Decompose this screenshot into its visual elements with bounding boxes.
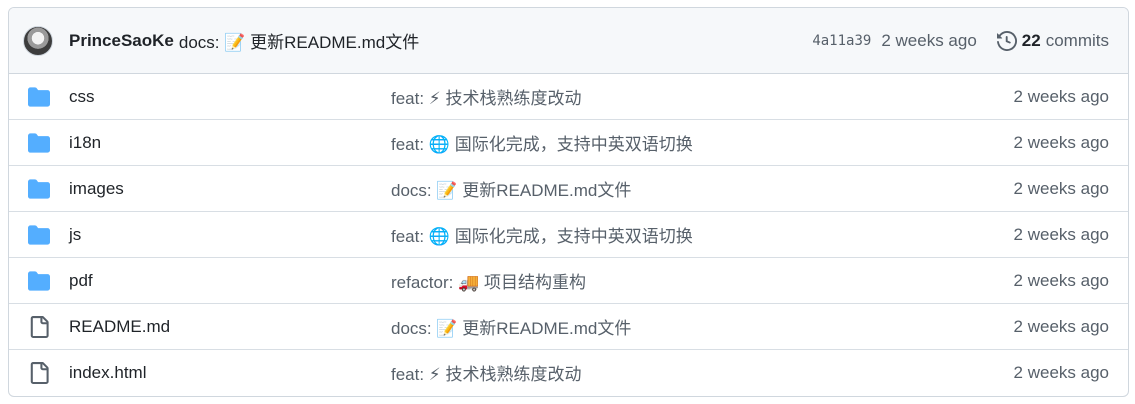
file-rows: css feat: ⚡ 技术栈熟练度改动 2 weeks ago i18n feat: …: [9, 74, 1128, 395]
history-icon: [996, 30, 1017, 51]
commit-sha-link[interactable]: 4a11a39: [812, 33, 871, 49]
file-row[interactable]: README.md docs: 📝 更新README.md文件 2 weeks ag…: [9, 303, 1128, 349]
folder-icon: [28, 86, 50, 108]
row-commit-time: 2 weeks ago: [1013, 270, 1109, 290]
row-commit-time: 2 weeks ago: [1013, 362, 1109, 382]
row-commit-time: 2 weeks ago: [1013, 132, 1109, 152]
file-name-link[interactable]: index.html: [69, 363, 146, 383]
folder-icon: [28, 270, 50, 292]
latest-commit-message[interactable]: docs: 📝 更新README.md文件: [179, 28, 419, 53]
file-name-link[interactable]: js: [69, 225, 81, 245]
file-row[interactable]: css feat: ⚡ 技术栈熟练度改动 2 weeks ago: [9, 74, 1128, 119]
commit-count: 22: [1021, 30, 1041, 50]
file-name-link[interactable]: pdf: [69, 271, 93, 291]
row-commit-time: 2 weeks ago: [1013, 224, 1109, 244]
file-icon: [28, 361, 50, 384]
file-row[interactable]: i18n feat: 🌐 国际化完成，支持中英双语切换 2 weeks ago: [9, 119, 1128, 165]
file-row[interactable]: images docs: 📝 更新README.md文件 2 weeks ago: [9, 165, 1128, 211]
row-commit-message-link[interactable]: docs: 📝 更新README.md文件: [391, 314, 631, 339]
row-commit-message-link[interactable]: feat: ⚡ 技术栈熟练度改动: [391, 84, 581, 109]
folder-icon: [28, 224, 50, 246]
commit-count-label: commits: [1045, 30, 1109, 50]
row-commit-message-link[interactable]: refactor: 🚚 项目结构重构: [391, 268, 586, 293]
folder-icon: [28, 132, 50, 154]
row-commit-message-link[interactable]: feat: 🌐 国际化完成，支持中英双语切换: [391, 130, 693, 155]
file-name-link[interactable]: i18n: [69, 133, 101, 153]
row-commit-time: 2 weeks ago: [1013, 178, 1109, 198]
row-commit-time: 2 weeks ago: [1013, 316, 1109, 336]
file-name-link[interactable]: css: [69, 87, 95, 107]
latest-commit-bar: PrinceSaoKe docs: 📝 更新README.md文件 4a11a3…: [9, 8, 1128, 74]
row-commit-message-link[interactable]: feat: ⚡ 技术栈熟练度改动: [391, 360, 581, 385]
commit-meta: 4a11a39 2 weeks ago 22 commits: [812, 31, 1109, 51]
file-row[interactable]: js feat: 🌐 国际化完成，支持中英双语切换 2 weeks ago: [9, 211, 1128, 257]
row-commit-message-link[interactable]: docs: 📝 更新README.md文件: [391, 176, 631, 201]
file-row[interactable]: pdf refactor: 🚚 项目结构重构 2 weeks ago: [9, 257, 1128, 303]
file-name-link[interactable]: README.md: [69, 317, 170, 337]
file-list-box: PrinceSaoKe docs: 📝 更新README.md文件 4a11a3…: [8, 7, 1129, 397]
row-commit-time: 2 weeks ago: [1013, 86, 1109, 106]
commit-author-link[interactable]: PrinceSaoKe: [69, 31, 174, 51]
folder-icon: [28, 178, 50, 200]
file-name-link[interactable]: images: [69, 179, 124, 199]
commits-history-link[interactable]: 22 commits: [996, 30, 1109, 51]
row-commit-message-link[interactable]: feat: 🌐 国际化完成，支持中英双语切换: [391, 222, 693, 247]
file-icon: [28, 315, 50, 338]
commit-time: 2 weeks ago: [881, 30, 977, 50]
file-row[interactable]: index.html feat: ⚡ 技术栈熟练度改动 2 weeks ago: [9, 349, 1128, 395]
avatar[interactable]: [23, 25, 53, 56]
